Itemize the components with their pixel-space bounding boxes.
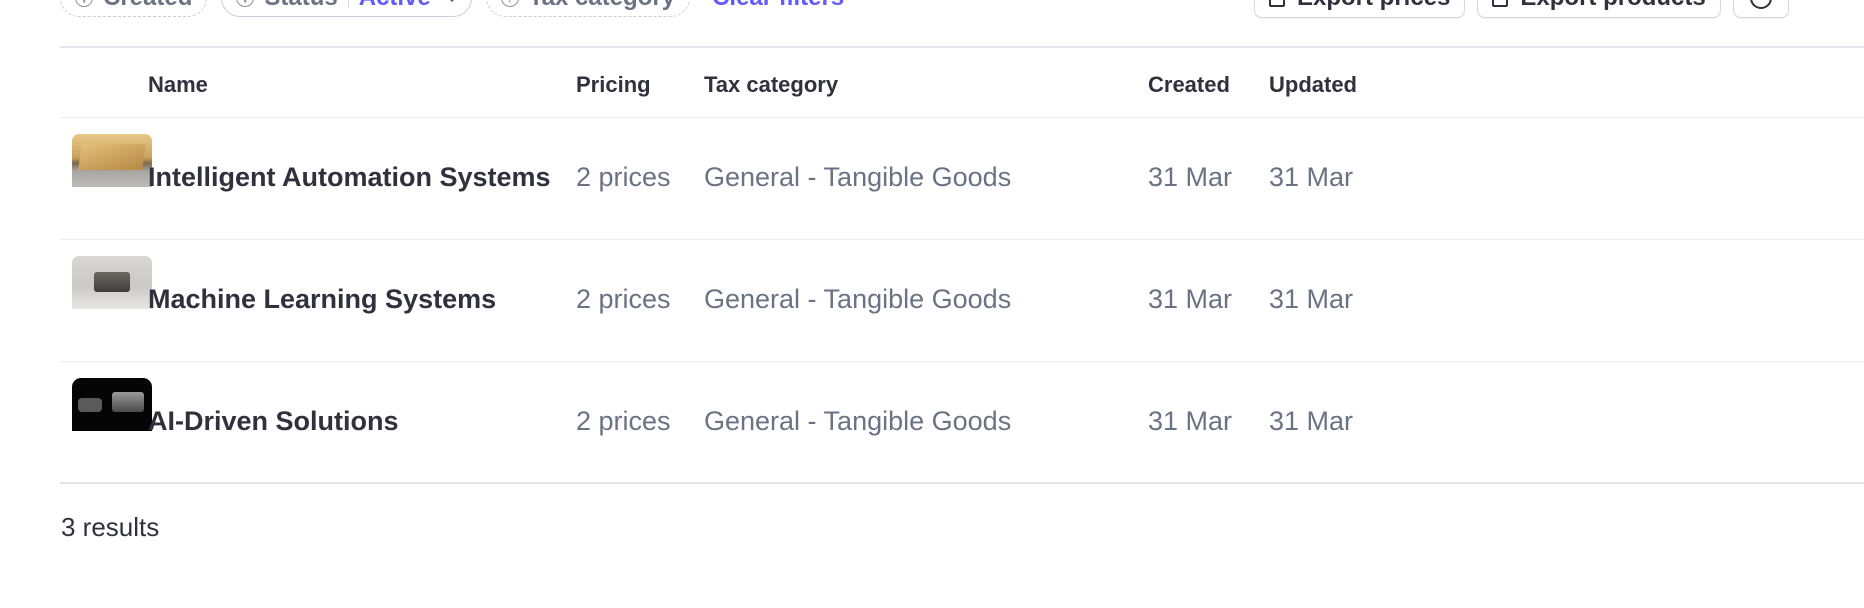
- table-row[interactable]: Machine Learning Systems 2 prices Genera…: [60, 240, 1864, 362]
- product-name[interactable]: Intelligent Automation Systems: [148, 162, 551, 193]
- product-created: 31 Mar: [1148, 406, 1233, 436]
- product-created: 31 Mar: [1148, 284, 1233, 314]
- table-header: Name Pricing Tax category Created Update…: [60, 46, 1864, 118]
- product-updated: 31 Mar: [1269, 162, 1354, 192]
- export-prices-label: Export prices: [1297, 0, 1450, 12]
- filter-status-chip[interactable]: Status Active: [221, 0, 472, 17]
- filter-status-value: Active: [359, 0, 431, 12]
- export-prices-button[interactable]: Export prices: [1254, 0, 1466, 18]
- export-products-label: Export products: [1520, 0, 1705, 12]
- filter-created-label: Created: [103, 0, 192, 12]
- product-tax-category: General - Tangible Goods: [704, 406, 1012, 436]
- table-row[interactable]: Intelligent Automation Systems 2 prices …: [60, 118, 1864, 240]
- product-pricing: 2 prices: [576, 406, 671, 436]
- column-header-tax-category[interactable]: Tax category: [704, 72, 838, 98]
- product-image: [72, 256, 152, 309]
- plus-circle-icon: [75, 0, 93, 7]
- product-name[interactable]: Machine Learning Systems: [148, 284, 496, 315]
- filter-status-label: Status: [264, 0, 337, 12]
- filter-tax-category-label: Tax category: [529, 0, 675, 12]
- product-updated: 31 Mar: [1269, 284, 1354, 314]
- product-tax-category: General - Tangible Goods: [704, 162, 1012, 192]
- chevron-down-icon: [444, 0, 459, 3]
- filter-bar: Created Status Active Tax category Clear…: [60, 0, 844, 18]
- column-header-pricing[interactable]: Pricing: [576, 72, 651, 98]
- product-name[interactable]: AI-Driven Solutions: [148, 406, 399, 437]
- filter-tax-category-chip[interactable]: Tax category: [485, 0, 691, 17]
- plus-circle-icon: [500, 0, 519, 7]
- product-image: [72, 134, 152, 187]
- document-icon: [1269, 0, 1285, 7]
- products-page: Created Status Active Tax category Clear…: [0, 0, 1864, 608]
- plus-circle-icon: [236, 0, 255, 7]
- filter-created-chip[interactable]: Created: [60, 0, 208, 17]
- settings-button[interactable]: [1732, 0, 1789, 18]
- chip-divider: [347, 0, 349, 8]
- column-header-updated[interactable]: Updated: [1269, 72, 1357, 98]
- products-table: Name Pricing Tax category Created Update…: [60, 46, 1864, 484]
- product-updated: 31 Mar: [1269, 406, 1354, 436]
- document-icon: [1492, 0, 1509, 7]
- clear-filters-link[interactable]: Clear filters: [712, 0, 844, 12]
- table-row[interactable]: AI-Driven Solutions 2 prices General - T…: [60, 362, 1864, 484]
- export-products-button[interactable]: Export products: [1477, 0, 1721, 18]
- column-header-name[interactable]: Name: [148, 72, 208, 98]
- product-tax-category: General - Tangible Goods: [704, 284, 1012, 314]
- gear-icon: [1749, 0, 1772, 9]
- results-count: 3 results: [61, 512, 160, 542]
- product-created: 31 Mar: [1148, 162, 1233, 192]
- product-pricing: 2 prices: [576, 284, 671, 314]
- toolbar-actions: Export prices Export products: [1254, 0, 1789, 18]
- product-pricing: 2 prices: [576, 162, 671, 192]
- column-header-created[interactable]: Created: [1148, 72, 1230, 98]
- product-image: [72, 378, 152, 431]
